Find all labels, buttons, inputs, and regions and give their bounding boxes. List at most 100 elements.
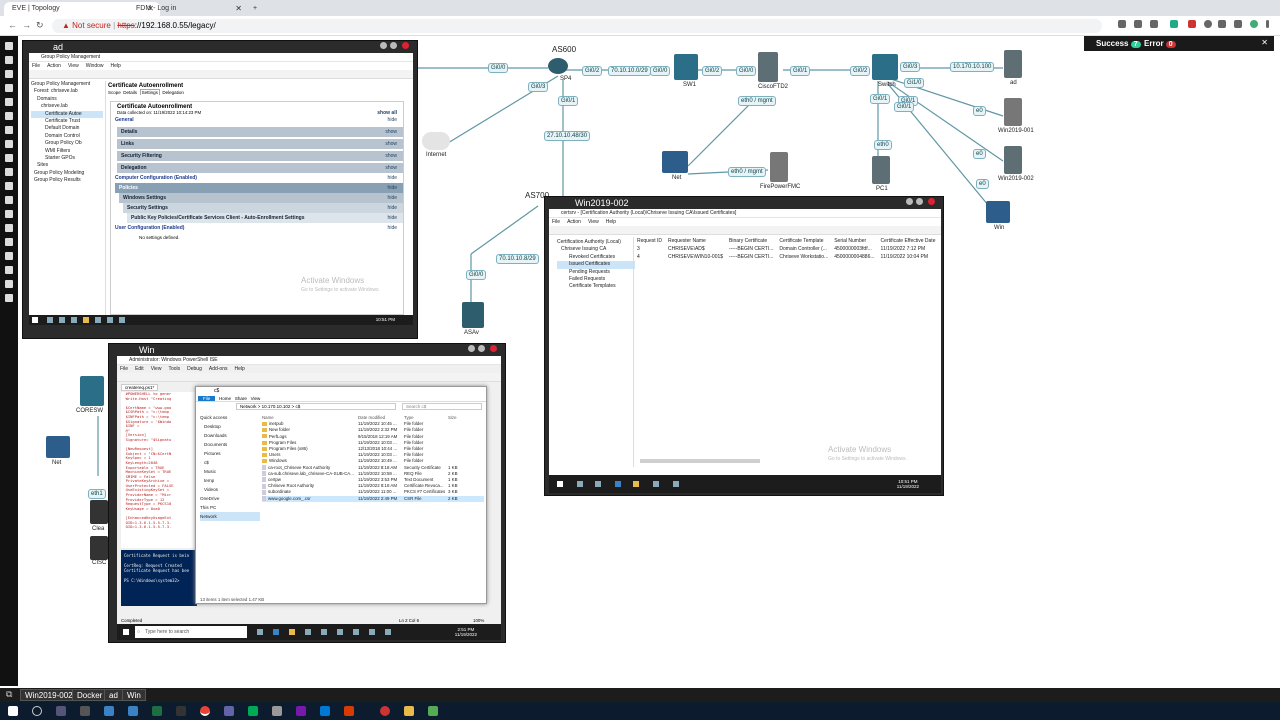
switch-icon[interactable] [872,54,898,80]
tree-item[interactable]: Failed Requests [557,276,635,283]
column-header[interactable]: Certificate Effective Date [878,237,939,245]
menu-view[interactable]: View [68,63,79,69]
menu-file[interactable]: File [32,63,40,69]
router-icon[interactable] [548,58,568,74]
clock[interactable]: 10:51 PM [376,317,395,322]
tree-item[interactable]: WMI Filters [31,148,103,155]
nav-item[interactable]: Quick access [200,413,260,422]
logical-maps-icon[interactable] [5,112,13,120]
tab-delegation[interactable]: Delegation [162,90,184,95]
tree-item[interactable]: Revoked Certificates [557,254,635,261]
logout-icon[interactable] [5,294,13,302]
switch-icon[interactable] [674,54,698,80]
nav-item-selected[interactable]: Network [200,512,260,521]
start-icon[interactable] [557,481,563,487]
show-link[interactable]: show [385,165,397,171]
menu-action[interactable]: Action [567,219,581,225]
app-icon[interactable] [95,317,101,323]
server-icon[interactable] [1004,50,1022,78]
section-security-settings[interactable]: Security Settings hide [123,203,403,213]
puzzle-icon[interactable] [1218,20,1226,28]
server-icon[interactable] [90,500,108,524]
search-icon[interactable] [32,706,42,716]
certsrv-icon[interactable] [673,481,679,487]
section-public-key[interactable]: Public Key Policies/Certificate Services… [127,213,403,223]
menu-icon[interactable] [1266,20,1269,28]
menu-edit[interactable]: Edit [135,366,144,372]
file-row[interactable]: www.google.com_.csr 11/19/2022 2:49 PM CSR… [262,495,484,502]
script-editor[interactable]: #POWERSHELL to gener Write-Host "Creatin… [121,392,197,548]
explorer-icon[interactable] [289,629,295,635]
app-icon[interactable] [176,706,186,716]
app-icon[interactable] [119,317,125,323]
close-icon[interactable]: ✕ [235,2,242,16]
networks-icon[interactable] [5,84,13,92]
app-icon[interactable] [380,706,390,716]
info-icon[interactable] [5,182,13,190]
app-icon[interactable] [369,629,375,635]
hide-link[interactable]: hide [388,195,397,201]
minimize-icon[interactable] [380,42,387,49]
tab-settings[interactable]: Settings [139,89,160,95]
task-view-icon[interactable] [56,706,66,716]
start-icon[interactable] [8,706,18,716]
section-windows-settings[interactable]: Windows Settings hide [119,193,403,203]
tab-details[interactable]: Details [123,90,137,95]
tree-item[interactable]: chriseve.lab [31,103,103,110]
server-icon[interactable] [1004,98,1022,126]
tree-item[interactable]: Default Domain [31,125,103,132]
menu-debug[interactable]: Debug [187,366,202,372]
ie-icon[interactable] [615,481,621,487]
breadcrumb[interactable]: Network > 10.170.10.102 > c$ [236,403,396,410]
onenote-icon[interactable] [296,706,306,716]
tab-fdm-login[interactable]: FDM - Log in ✕ [128,2,248,16]
ps-console[interactable]: Certificate Request is bein CertReq: Req… [121,550,197,606]
tree-item[interactable]: Chriseve Issuing CA [557,246,635,253]
tree-item[interactable]: Forest: chriseve.lab [31,88,103,95]
start-icon[interactable] [32,317,38,323]
excel-icon[interactable] [152,706,162,716]
settings-icon[interactable] [5,196,13,204]
nav-item[interactable]: Documents [200,440,260,449]
extension-icon[interactable] [1204,20,1212,28]
search-box[interactable]: ○ Type here to search [135,626,247,638]
console-tab-ad[interactable]: ad [104,689,123,701]
server-icon[interactable] [1004,146,1022,174]
app-icon[interactable] [385,629,391,635]
firewall-icon[interactable] [758,52,778,82]
app-icon[interactable] [272,706,282,716]
tree-item[interactable]: Group Policy Results [31,177,103,184]
chrome-icon[interactable] [200,706,210,716]
nav-item[interactable]: Desktop [200,422,260,431]
search-input[interactable]: Search c$ [402,403,482,410]
section-delegation[interactable]: Delegation show [117,163,403,173]
nav-item[interactable]: c$ [200,458,260,467]
console-tab-win[interactable]: Win [122,689,146,701]
server-icon[interactable] [90,536,108,560]
maximize-icon[interactable] [390,42,397,49]
script-tab[interactable]: createreq.ps1* [121,384,159,391]
close-icon[interactable] [402,42,409,49]
menu-file[interactable]: File [120,366,128,372]
tree-item[interactable]: Group Policy Modeling [31,170,103,177]
teams-icon[interactable] [224,706,234,716]
add-object-icon[interactable] [5,56,13,64]
file-explorer-window[interactable]: c$ File Home Share View Network > 10.170… [195,386,487,604]
column-header[interactable]: Binary Certificate [726,237,776,245]
show-link[interactable]: show [385,153,397,159]
error-status[interactable]: Error 0 [1144,39,1176,48]
startup-configs-icon[interactable] [5,98,13,106]
hide-link[interactable]: hide [388,117,397,123]
hide-link[interactable]: hide [388,205,397,211]
menu-view[interactable]: View [588,219,599,225]
hide-link[interactable]: hide [388,215,397,221]
ribbon-file[interactable]: File [198,396,216,401]
search-icon[interactable] [47,317,53,323]
app-icon[interactable] [107,317,113,323]
avatar[interactable] [1250,20,1258,28]
firewall-icon[interactable] [462,302,484,328]
column-header[interactable]: Serial Number [831,237,877,245]
column-header[interactable]: Certificate Template [776,237,831,245]
nav-item[interactable]: temp [200,476,260,485]
nodes-icon[interactable] [5,70,13,78]
